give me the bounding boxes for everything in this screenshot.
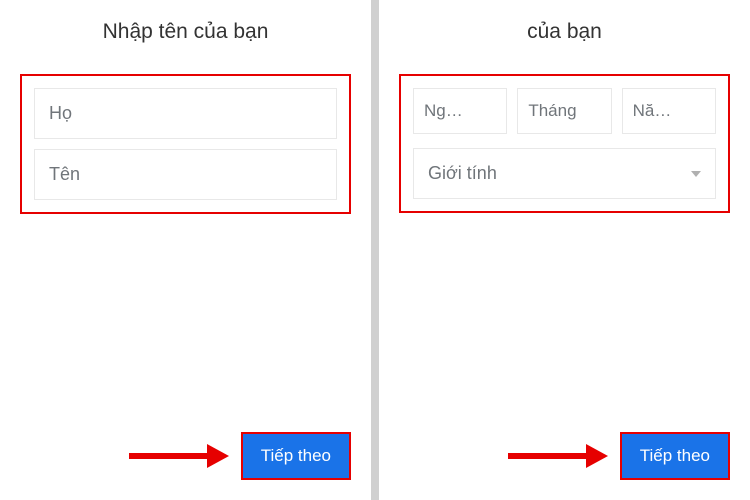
gender-select[interactable]: Giới tính: [413, 148, 716, 199]
month-field[interactable]: Tháng: [517, 88, 611, 134]
gender-label: Giới tính: [428, 163, 497, 184]
date-gender-form-box: Ng… Tháng Nă… Giới tính: [399, 74, 730, 213]
last-name-field[interactable]: Họ: [34, 88, 337, 139]
first-name-field[interactable]: Tên: [34, 149, 337, 200]
year-field[interactable]: Nă…: [622, 88, 716, 134]
arrow-annotation-right: [508, 444, 608, 468]
button-area-right: Tiếp theo: [508, 432, 730, 480]
name-form-box: Họ Tên: [20, 74, 351, 214]
date-row: Ng… Tháng Nă…: [413, 88, 716, 134]
left-panel: Nhập tên của bạn Họ Tên Tiếp theo: [0, 0, 371, 500]
arrow-annotation-left: [129, 444, 229, 468]
day-field[interactable]: Ng…: [413, 88, 507, 134]
right-panel: của bạn Ng… Tháng Nă… Giới tính Tiếp the…: [379, 0, 750, 500]
chevron-down-icon: [691, 171, 701, 177]
page-title-right: của bạn: [399, 20, 730, 44]
page-title-left: Nhập tên của bạn: [20, 20, 351, 44]
next-button-right[interactable]: Tiếp theo: [620, 432, 730, 480]
panel-divider: [371, 0, 379, 500]
next-button-left[interactable]: Tiếp theo: [241, 432, 351, 480]
button-area-left: Tiếp theo: [129, 432, 351, 480]
